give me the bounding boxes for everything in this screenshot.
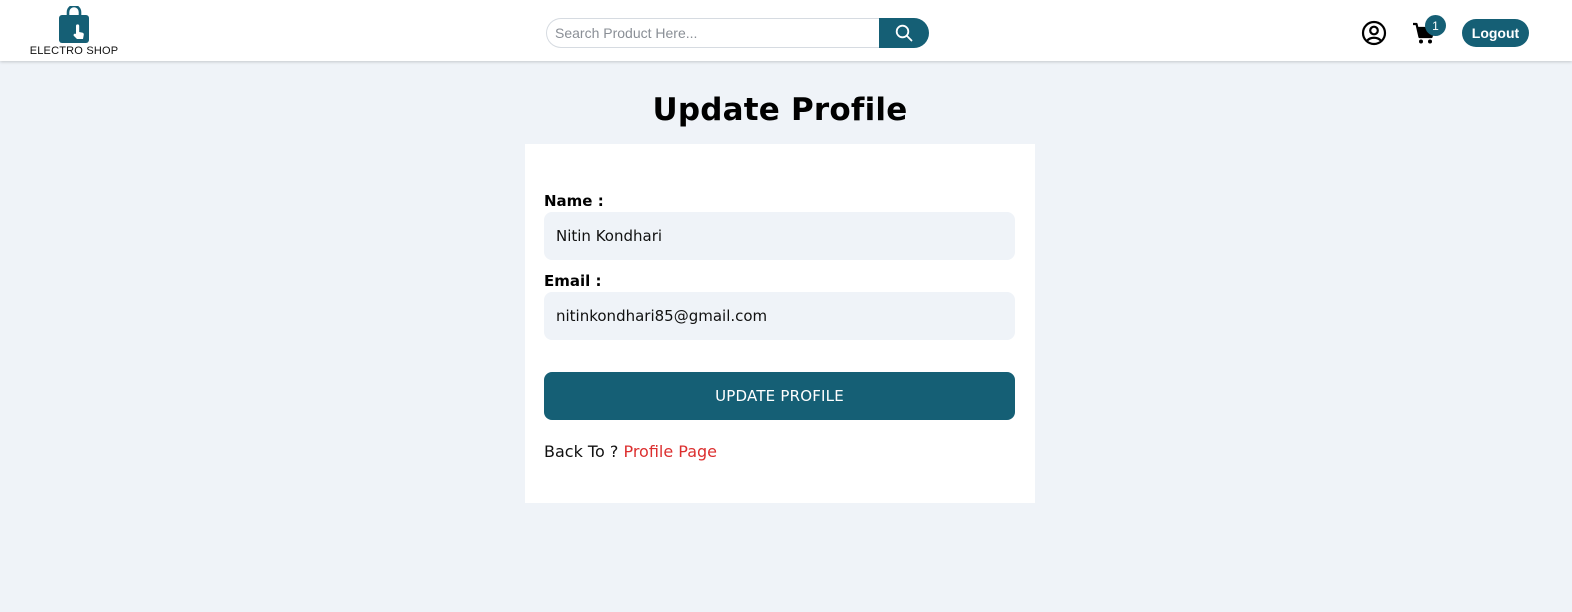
cart-count-badge: 1 [1425, 15, 1446, 36]
top-navbar: ELECTRO SHOP 1 Logout [0, 0, 1572, 61]
brand-logo[interactable]: ELECTRO SHOP [30, 6, 118, 58]
update-profile-form: Name : Email : UPDATE PROFILE Back To ? … [525, 144, 1035, 503]
logout-button[interactable]: Logout [1462, 19, 1529, 47]
back-navigation: Back To ? Profile Page [544, 442, 717, 461]
profile-page-link[interactable]: Profile Page [623, 442, 717, 461]
back-prefix: Back To ? [544, 442, 619, 461]
name-field[interactable] [544, 212, 1015, 260]
search-icon [895, 24, 913, 42]
name-label: Name : [544, 192, 604, 210]
user-circle-icon [1361, 20, 1387, 46]
email-field[interactable] [544, 292, 1015, 340]
brand-name: ELECTRO SHOP [29, 45, 119, 57]
email-label: Email : [544, 272, 602, 290]
update-profile-button[interactable]: UPDATE PROFILE [544, 372, 1015, 420]
shopping-bag-icon [59, 6, 89, 43]
search-button[interactable] [879, 18, 929, 48]
profile-button[interactable] [1361, 20, 1387, 46]
search-bar [546, 18, 929, 48]
page-title: Update Profile [652, 92, 908, 128]
search-input[interactable] [546, 18, 879, 48]
